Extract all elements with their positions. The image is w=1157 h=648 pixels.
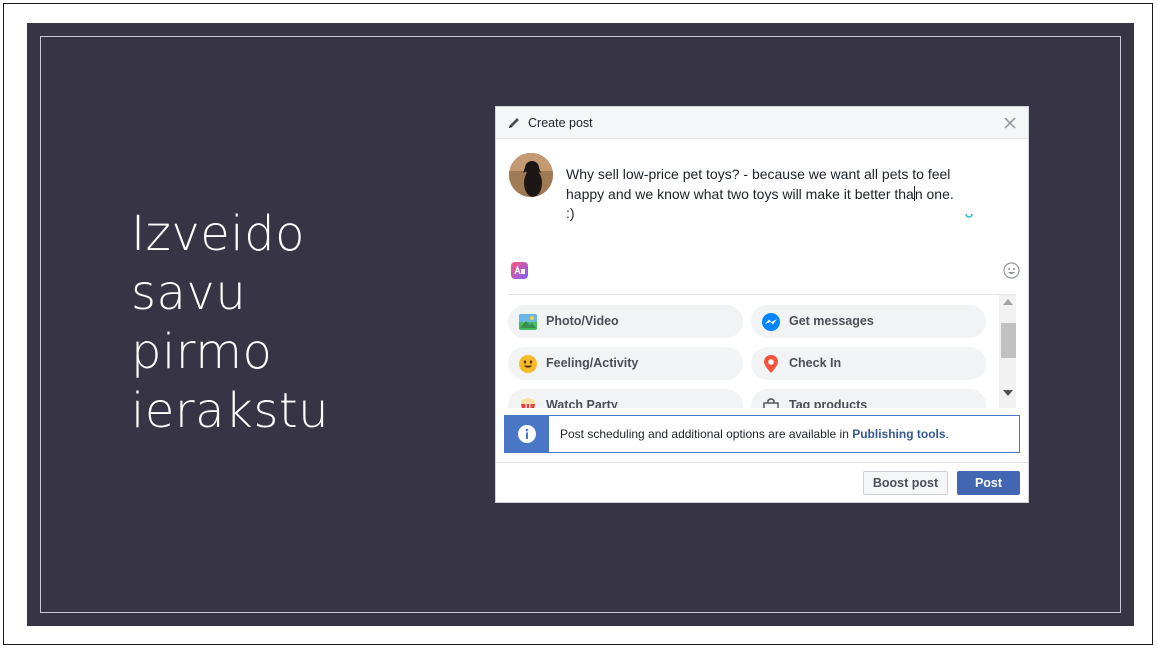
slide-title-line: pirmo	[131, 324, 273, 380]
ads-icon[interactable]	[511, 262, 528, 279]
info-suffix: .	[945, 427, 949, 441]
watch-party-option[interactable]: Watch Party	[508, 389, 743, 408]
option-label: Photo/Video	[546, 314, 619, 328]
avatar-dog-image	[509, 153, 553, 197]
dialog-title: Create post	[528, 116, 593, 130]
emoji-picker-icon[interactable]	[1003, 262, 1020, 279]
messenger-icon	[762, 313, 780, 331]
smiley-icon	[519, 355, 537, 373]
photo-video-option[interactable]: Photo/Video	[508, 305, 743, 338]
slide-title-line: ierakstu	[131, 383, 330, 439]
post-text-segment: happy and we know what two toys will mak…	[566, 185, 914, 202]
slide-title: Izveido savu pirmo ierakstu	[131, 205, 329, 441]
close-icon[interactable]	[1003, 116, 1017, 130]
post-text-segment: n one.	[914, 185, 954, 202]
get-messages-option[interactable]: Get messages	[751, 305, 986, 338]
option-label: Watch Party	[546, 398, 618, 408]
info-icon-block	[505, 416, 549, 452]
boost-post-button[interactable]: Boost post	[863, 471, 948, 495]
scroll-up-arrow-icon[interactable]	[1003, 299, 1013, 305]
option-label: Get messages	[789, 314, 874, 328]
popcorn-icon	[521, 397, 535, 408]
slide-title-line: Izveido	[131, 206, 305, 262]
scroll-thumb[interactable]	[1001, 323, 1016, 358]
dialog-footer: Boost post Post	[496, 462, 1028, 502]
post-textarea[interactable]: Why sell low-price pet toys? - because w…	[566, 165, 1006, 224]
info-message: Post scheduling and additional options a…	[560, 427, 853, 441]
shopping-bag-icon	[763, 398, 779, 408]
location-pin-icon	[764, 355, 778, 373]
dialog-header: Create post	[496, 107, 1028, 139]
publishing-tools-link[interactable]: Publishing tools	[852, 427, 945, 441]
check-in-option[interactable]: Check In	[751, 347, 986, 380]
post-options-list: Photo/Video Get messages Feeling/Activit…	[508, 294, 1016, 408]
info-icon	[518, 425, 536, 443]
option-label: Check In	[789, 356, 842, 370]
photo-video-icon	[519, 314, 537, 330]
options-scrollbar[interactable]	[999, 295, 1016, 408]
post-text-line: :)	[566, 205, 575, 221]
post-button[interactable]: Post	[957, 471, 1020, 495]
post-text-line: happy and we know what two toys will mak…	[566, 185, 1006, 205]
avatar	[509, 153, 553, 197]
option-label: Feeling/Activity	[546, 356, 639, 370]
info-text: Post scheduling and additional options a…	[560, 427, 949, 441]
pencil-icon	[509, 118, 519, 128]
slide-title-line: savu	[131, 265, 247, 321]
feeling-activity-option[interactable]: Feeling/Activity	[508, 347, 743, 380]
scroll-down-arrow-icon[interactable]	[1003, 390, 1013, 396]
publishing-info-banner: Post scheduling and additional options a…	[504, 415, 1020, 453]
spinner-icon	[965, 213, 973, 218]
option-label: Tag products	[789, 398, 868, 408]
tag-products-option[interactable]: Tag products	[751, 389, 986, 408]
post-text-line: Why sell low-price pet toys? - because w…	[566, 166, 951, 182]
create-post-dialog: Create post Why sell low-price pet toys?…	[495, 106, 1029, 503]
